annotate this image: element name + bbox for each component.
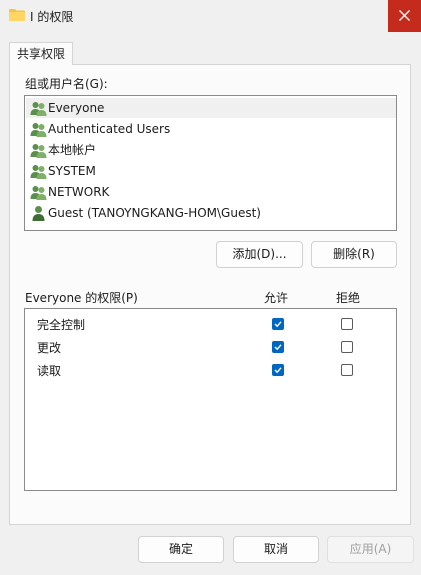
close-icon [399, 10, 410, 21]
permissions-label: Everyone 的权限(P) [25, 291, 138, 305]
user-name: Authenticated Users [48, 122, 171, 136]
permission-name: 读取 [37, 364, 62, 378]
user-name: Guest (TANOYNGKANG-HOM\Guest) [48, 206, 261, 220]
cancel-button[interactable]: 取消 [233, 536, 319, 563]
allow-header: 允许 [264, 291, 289, 305]
folder-icon [9, 9, 25, 21]
user-row-guest[interactable]: Guest (TANOYNGKANG-HOM\Guest) [26, 203, 396, 223]
window-title: I 的权限 [30, 10, 74, 24]
group-icon [30, 165, 47, 179]
user-row-local-account[interactable]: 本地帐户 [26, 140, 396, 160]
user-name: Everyone [48, 101, 105, 115]
allow-checkbox[interactable] [272, 341, 284, 353]
group-icon [30, 123, 47, 137]
permission-row-full-control: 完全控制 [25, 313, 395, 335]
deny-checkbox[interactable] [341, 341, 353, 353]
deny-header: 拒绝 [336, 291, 361, 305]
ok-button[interactable]: 确定 [138, 536, 224, 563]
allow-checkbox[interactable] [272, 364, 284, 376]
permission-row-read: 读取 [25, 359, 395, 381]
group-icon [30, 102, 47, 116]
user-row-network[interactable]: NETWORK [26, 182, 396, 202]
remove-button[interactable]: 删除(R) [311, 241, 397, 268]
user-row-authenticated-users[interactable]: Authenticated Users [26, 119, 396, 139]
group-icon [30, 186, 47, 200]
user-icon [32, 206, 45, 221]
group-icon [30, 144, 47, 158]
close-button[interactable] [388, 0, 421, 32]
checkmark-icon [274, 344, 282, 351]
title-bar: I 的权限 [0, 0, 421, 32]
deny-checkbox[interactable] [341, 364, 353, 376]
user-row-everyone[interactable]: Everyone [26, 98, 396, 118]
permission-name: 更改 [37, 341, 62, 355]
user-name: NETWORK [48, 185, 110, 199]
permission-name: 完全控制 [37, 318, 86, 332]
user-row-system[interactable]: SYSTEM [26, 161, 396, 181]
checkmark-icon [274, 367, 282, 374]
tab-share-permissions[interactable]: 共享权限 [9, 42, 73, 65]
user-name: 本地帐户 [48, 143, 97, 157]
users-label: 组或用户名(G): [25, 77, 108, 91]
checkmark-icon [274, 321, 282, 328]
allow-checkbox[interactable] [272, 318, 284, 330]
permission-row-change: 更改 [25, 336, 395, 358]
permissions-list: 完全控制 更改 读取 [24, 308, 397, 491]
add-button[interactable]: 添加(D)... [216, 241, 303, 268]
apply-button[interactable]: 应用(A) [327, 536, 414, 563]
users-list[interactable]: Everyone Authenticated Users 本地帐户 SYSTEM… [24, 95, 397, 231]
deny-checkbox[interactable] [341, 318, 353, 330]
user-name: SYSTEM [48, 164, 96, 178]
